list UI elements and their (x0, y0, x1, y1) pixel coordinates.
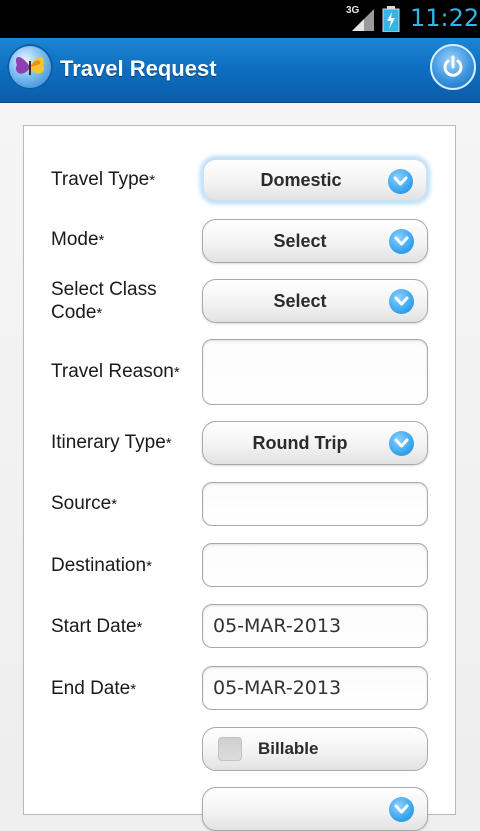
class-code-dropdown[interactable]: Select (202, 279, 428, 323)
power-icon (443, 55, 463, 77)
required-mark: * (96, 305, 103, 322)
required-mark: * (165, 435, 172, 452)
mode-label-text: Mode (51, 229, 99, 250)
required-mark: * (146, 558, 152, 575)
source-label-text: Source (51, 493, 112, 514)
end-date-input[interactable]: 05-MAR-2013 (202, 666, 428, 710)
chevron-down-icon (389, 229, 414, 254)
required-mark: * (149, 172, 156, 189)
billable-checkbox[interactable]: Billable (202, 727, 428, 771)
travel-type-dropdown[interactable]: Domestic (202, 158, 428, 202)
class-code-value: Select (273, 290, 327, 311)
destination-label-text: Destination (51, 555, 147, 576)
travel-reason-label-text: Travel Reason (51, 361, 174, 382)
billable-label: Billable (258, 739, 319, 758)
required-mark: * (136, 619, 143, 636)
class-code-label: Select Class Code* (51, 278, 157, 325)
chevron-down-icon (388, 169, 413, 194)
end-date-value: 05-MAR-2013 (213, 677, 342, 699)
start-date-label-text: Start Date (51, 616, 137, 637)
end-date-label-text: End Date (51, 678, 131, 699)
page-title: Travel Request (60, 56, 217, 81)
destination-input[interactable] (202, 543, 428, 587)
required-mark: * (130, 681, 137, 698)
clock: 11:22 (410, 4, 480, 32)
source-input[interactable] (202, 482, 428, 526)
start-date-value: 05-MAR-2013 (213, 615, 342, 637)
source-label: Source* (51, 492, 117, 516)
battery-charging-icon (382, 6, 400, 32)
destination-label: Destination* (51, 554, 152, 578)
power-button[interactable] (430, 44, 476, 90)
checkbox-icon (218, 737, 242, 761)
signal-icon (352, 9, 374, 31)
travel-type-label: Travel Type* (51, 168, 155, 192)
class-code-label-line2: Code (51, 302, 97, 323)
mode-value: Select (273, 230, 327, 251)
start-date-label: Start Date* (51, 615, 142, 639)
class-code-label-line1: Select Class (51, 279, 157, 300)
required-mark: * (111, 496, 118, 513)
itinerary-type-label-text: Itinerary Type (51, 432, 166, 453)
chevron-down-icon (389, 289, 414, 314)
mode-dropdown[interactable]: Select (202, 219, 428, 263)
butterfly-icon (7, 44, 53, 90)
app-header: Travel Request (0, 38, 480, 103)
next-dropdown[interactable] (202, 787, 428, 831)
itinerary-type-dropdown[interactable]: Round Trip (202, 421, 428, 465)
mode-label: Mode* (51, 228, 104, 252)
itinerary-type-label: Itinerary Type* (51, 431, 172, 455)
required-mark: * (173, 364, 180, 381)
travel-reason-input[interactable] (202, 339, 428, 405)
end-date-label: End Date* (51, 677, 136, 701)
chevron-down-icon (389, 797, 414, 822)
travel-reason-label: Travel Reason* (51, 360, 180, 384)
status-bar: 3G 11:22 (0, 0, 480, 38)
travel-type-value: Domestic (260, 169, 342, 190)
itinerary-type-value: Round Trip (252, 432, 348, 453)
start-date-input[interactable]: 05-MAR-2013 (202, 604, 428, 648)
chevron-down-icon (389, 431, 414, 456)
travel-type-label-text: Travel Type (51, 169, 150, 190)
required-mark: * (98, 232, 105, 249)
